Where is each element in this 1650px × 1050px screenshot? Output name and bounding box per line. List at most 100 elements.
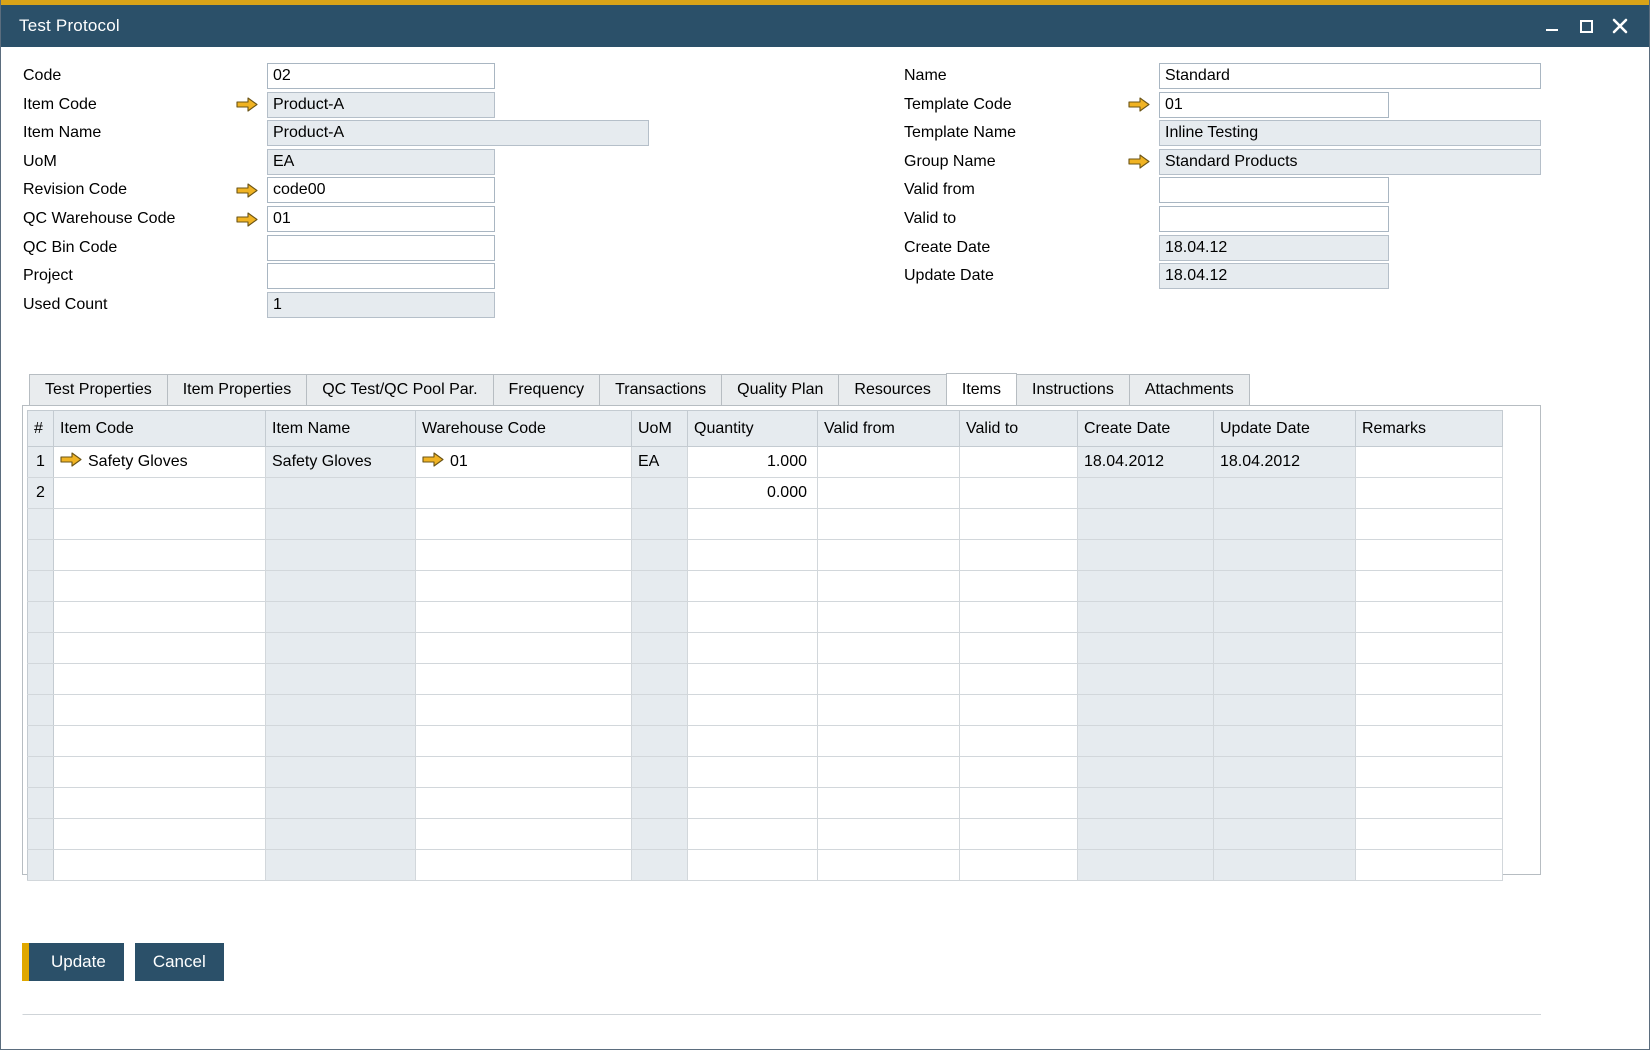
column-header-itemname[interactable]: Item Name bbox=[266, 411, 416, 447]
tab-frequency[interactable]: Frequency bbox=[493, 374, 601, 405]
cell-whcode[interactable] bbox=[416, 633, 632, 664]
link-arrow-icon[interactable] bbox=[234, 96, 260, 114]
cell-whcode[interactable] bbox=[416, 757, 632, 788]
cell-whcode[interactable] bbox=[416, 664, 632, 695]
cell-validto[interactable] bbox=[960, 478, 1078, 509]
field-value-valid-to[interactable] bbox=[1159, 206, 1389, 232]
cell-validto[interactable] bbox=[960, 664, 1078, 695]
column-header-updatedt[interactable]: Update Date bbox=[1214, 411, 1356, 447]
cell-validfrom[interactable] bbox=[818, 850, 960, 881]
table-row[interactable] bbox=[28, 540, 1503, 571]
cell-validfrom[interactable] bbox=[818, 664, 960, 695]
cell-validto[interactable] bbox=[960, 602, 1078, 633]
cell-validfrom[interactable] bbox=[818, 695, 960, 726]
cell-remarks[interactable] bbox=[1356, 509, 1503, 540]
cell-itemcode[interactable] bbox=[54, 633, 266, 664]
link-arrow-icon[interactable] bbox=[1126, 96, 1152, 114]
cell-qty[interactable]: 1.000 bbox=[688, 447, 818, 478]
table-row[interactable] bbox=[28, 788, 1503, 819]
cell-whcode[interactable] bbox=[416, 478, 632, 509]
cell-remarks[interactable] bbox=[1356, 478, 1503, 509]
row-number[interactable] bbox=[28, 509, 54, 540]
cell-validto[interactable] bbox=[960, 540, 1078, 571]
row-number[interactable] bbox=[28, 850, 54, 881]
column-header-remarks[interactable]: Remarks bbox=[1356, 411, 1503, 447]
minimize-icon[interactable] bbox=[1535, 5, 1569, 47]
table-row[interactable] bbox=[28, 850, 1503, 881]
cell-itemcode[interactable] bbox=[54, 571, 266, 602]
field-value-qc-warehouse-code[interactable]: 01 bbox=[267, 206, 495, 232]
cell-remarks[interactable] bbox=[1356, 850, 1503, 881]
cell-validfrom[interactable] bbox=[818, 633, 960, 664]
tab-items[interactable]: Items bbox=[946, 373, 1017, 405]
cell-validto[interactable] bbox=[960, 726, 1078, 757]
cell-validfrom[interactable] bbox=[818, 602, 960, 633]
row-number[interactable] bbox=[28, 695, 54, 726]
cell-qty[interactable] bbox=[688, 633, 818, 664]
row-number[interactable] bbox=[28, 788, 54, 819]
field-value-valid-from[interactable] bbox=[1159, 177, 1389, 203]
cell-validto[interactable] bbox=[960, 819, 1078, 850]
row-number[interactable] bbox=[28, 540, 54, 571]
field-value-name[interactable]: Standard bbox=[1159, 63, 1541, 89]
tab-transactions[interactable]: Transactions bbox=[599, 374, 722, 405]
cell-validfrom[interactable] bbox=[818, 819, 960, 850]
cell-validto[interactable] bbox=[960, 850, 1078, 881]
maximize-icon[interactable] bbox=[1569, 5, 1603, 47]
cell-itemcode[interactable] bbox=[54, 664, 266, 695]
cell-remarks[interactable] bbox=[1356, 819, 1503, 850]
cell-remarks[interactable] bbox=[1356, 540, 1503, 571]
cell-whcode[interactable] bbox=[416, 788, 632, 819]
cell-validto[interactable] bbox=[960, 447, 1078, 478]
cell-validfrom[interactable] bbox=[818, 571, 960, 602]
cell-itemcode[interactable] bbox=[54, 602, 266, 633]
field-value-code[interactable]: 02 bbox=[267, 63, 495, 89]
field-value-qc-bin-code[interactable] bbox=[267, 235, 495, 261]
table-row[interactable] bbox=[28, 695, 1503, 726]
row-number[interactable] bbox=[28, 664, 54, 695]
cell-itemcode[interactable]: Safety Gloves bbox=[54, 447, 266, 478]
cell-remarks[interactable] bbox=[1356, 695, 1503, 726]
cell-validto[interactable] bbox=[960, 695, 1078, 726]
cell-itemcode[interactable] bbox=[54, 850, 266, 881]
cell-itemcode[interactable] bbox=[54, 540, 266, 571]
cell-validfrom[interactable] bbox=[818, 726, 960, 757]
cell-validto[interactable] bbox=[960, 757, 1078, 788]
cell-itemcode[interactable] bbox=[54, 757, 266, 788]
cell-validto[interactable] bbox=[960, 788, 1078, 819]
cell-whcode[interactable] bbox=[416, 602, 632, 633]
row-number[interactable] bbox=[28, 757, 54, 788]
close-icon[interactable] bbox=[1603, 5, 1637, 47]
cell-validfrom[interactable] bbox=[818, 540, 960, 571]
cell-remarks[interactable] bbox=[1356, 633, 1503, 664]
link-arrow-icon[interactable] bbox=[60, 452, 82, 472]
cell-qty[interactable] bbox=[688, 664, 818, 695]
row-number[interactable] bbox=[28, 633, 54, 664]
column-header-rownum[interactable]: # bbox=[28, 411, 54, 447]
cell-validfrom[interactable] bbox=[818, 447, 960, 478]
column-header-validto[interactable]: Valid to bbox=[960, 411, 1078, 447]
cell-qty[interactable] bbox=[688, 726, 818, 757]
field-value-revision-code[interactable]: code00 bbox=[267, 177, 495, 203]
row-number[interactable] bbox=[28, 726, 54, 757]
field-value-project[interactable] bbox=[267, 263, 495, 289]
cell-itemcode[interactable] bbox=[54, 478, 266, 509]
cancel-button[interactable]: Cancel bbox=[135, 943, 224, 981]
update-button[interactable]: Update bbox=[22, 943, 124, 981]
tab-quality-plan[interactable]: Quality Plan bbox=[721, 374, 839, 405]
cell-remarks[interactable] bbox=[1356, 571, 1503, 602]
table-row[interactable] bbox=[28, 509, 1503, 540]
cell-qty[interactable] bbox=[688, 850, 818, 881]
tab-resources[interactable]: Resources bbox=[838, 374, 946, 405]
table-row[interactable] bbox=[28, 664, 1503, 695]
cell-validfrom[interactable] bbox=[818, 788, 960, 819]
tab-item-properties[interactable]: Item Properties bbox=[167, 374, 307, 405]
cell-remarks[interactable] bbox=[1356, 757, 1503, 788]
cell-validto[interactable] bbox=[960, 633, 1078, 664]
cell-whcode[interactable] bbox=[416, 571, 632, 602]
column-header-whcode[interactable]: Warehouse Code bbox=[416, 411, 632, 447]
table-row[interactable] bbox=[28, 726, 1503, 757]
cell-qty[interactable] bbox=[688, 509, 818, 540]
row-number[interactable] bbox=[28, 819, 54, 850]
row-number[interactable] bbox=[28, 571, 54, 602]
